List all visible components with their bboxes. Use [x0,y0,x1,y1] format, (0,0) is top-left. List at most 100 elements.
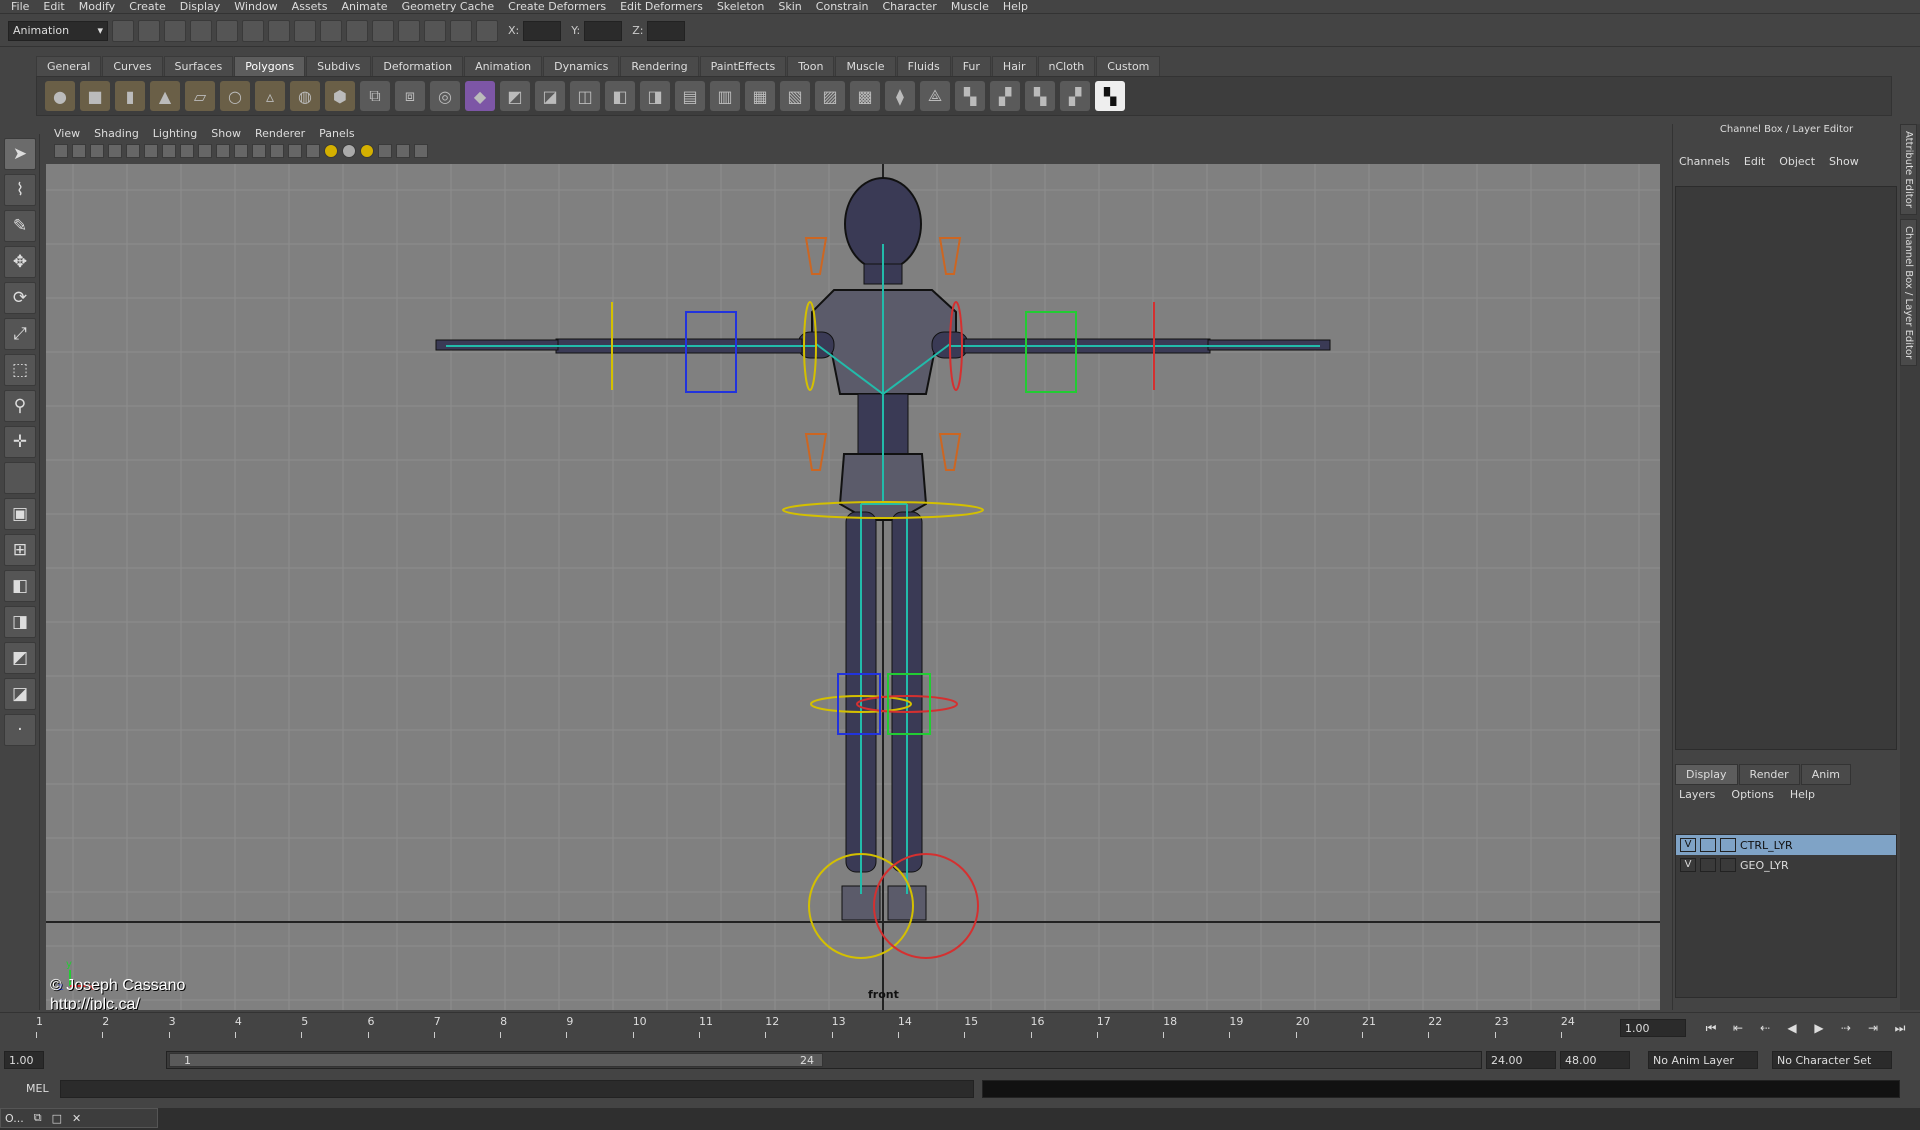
viewport-menu-panels[interactable]: Panels [319,127,354,140]
scale-tool-icon[interactable]: ⤢ [4,318,36,350]
save-scene-icon[interactable] [164,19,186,42]
film-gate-icon[interactable] [144,144,158,158]
menu-create-deformers[interactable]: Create Deformers [508,0,606,13]
x-input[interactable] [523,20,562,41]
maximize-icon[interactable]: □ [52,1112,62,1125]
snap-curve-icon[interactable] [294,19,316,42]
close-icon[interactable]: ✕ [72,1112,81,1125]
side-tab-channel-box-layer-editor[interactable]: Channel Box / Layer Editor [1900,218,1917,367]
extrude-icon[interactable]: ◩ [500,81,530,111]
range-bar[interactable]: 1 24 [166,1051,1482,1069]
menu-window[interactable]: Window [234,0,277,13]
select-object-icon[interactable] [216,19,238,42]
render-settings-icon[interactable] [450,19,472,42]
tab-rendering[interactable]: Rendering [620,56,699,76]
poly-prism-icon[interactable]: ▵ [255,81,285,111]
step-forward-key-icon[interactable]: ⇥ [1862,1019,1884,1037]
y-input[interactable] [584,20,623,41]
channel-menu-channels[interactable]: Channels [1679,155,1730,168]
offset-edge-loop-icon[interactable]: ▤ [675,81,705,111]
last-tool-icon[interactable] [4,462,36,494]
checker-map-4-icon[interactable]: ▞ [1060,81,1090,111]
channel-menu-show[interactable]: Show [1829,155,1859,168]
universal-manipulator-icon[interactable]: ⬚ [4,354,36,386]
poly-cylinder-icon[interactable]: ▮ [115,81,145,111]
select-tool-icon[interactable]: ➤ [4,138,36,170]
viewport-menu-renderer[interactable]: Renderer [255,127,305,140]
bookmarks-icon[interactable] [90,144,104,158]
wireframe-on-shaded-icon[interactable] [288,144,302,158]
channel-menu-edit[interactable]: Edit [1744,155,1765,168]
open-scene-icon[interactable] [138,19,160,42]
menu-modify[interactable]: Modify [79,0,115,13]
time-slider[interactable]: 1.00 ⏮ ⇤ ⇠ ◀ ▶ ⇢ ⇥ ⏭ 1 2 3 4 5 6 7 8 9 10 11 12 13 14… [0,1012,1920,1042]
bridge-icon[interactable]: ◪ [535,81,565,111]
append-polygon-icon[interactable]: ◫ [570,81,600,111]
all-lights-icon[interactable] [342,144,356,158]
persp-graph-hypergraph-layout-icon[interactable]: ◪ [4,678,36,710]
anim-layer-select[interactable]: No Anim Layer [1648,1051,1758,1069]
soft-modification-icon[interactable]: ⚲ [4,390,36,422]
checker-map-5-icon[interactable]: ▚ [1095,81,1125,111]
go-to-end-icon[interactable]: ⏭ [1889,1019,1911,1037]
poly-cone-icon[interactable]: ▲ [150,81,180,111]
menu-animate[interactable]: Animate [341,0,387,13]
poly-cube-icon[interactable]: ■ [80,81,110,111]
character-set-select[interactable]: No Character Set [1772,1051,1892,1069]
ipr-render-icon[interactable] [424,19,446,42]
resolution-gate-icon[interactable] [162,144,176,158]
range-thumb[interactable]: 1 24 [169,1053,823,1067]
boolean-icon[interactable]: ◆ [465,81,495,111]
image-plane-icon[interactable] [108,144,122,158]
sculpt-icon[interactable]: ⟁ [920,81,950,111]
field-chart-icon[interactable] [198,144,212,158]
tab-polygons[interactable]: Polygons [234,56,306,76]
go-to-start-icon[interactable]: ⏮ [1700,1019,1722,1037]
new-scene-icon[interactable] [112,19,134,42]
tab-surfaces[interactable]: Surfaces [163,56,234,76]
current-time-field[interactable]: 1.00 [1620,1019,1686,1037]
poly-torus-icon[interactable]: ○ [220,81,250,111]
tab-deformation[interactable]: Deformation [372,56,464,76]
layer-tab-anim[interactable]: Anim [1800,764,1851,785]
auto-map-icon[interactable]: ⧫ [885,81,915,111]
layer-visibility-toggle[interactable]: V [1680,858,1696,872]
textured-icon[interactable] [306,144,320,158]
layer-color-swatch[interactable] [1720,838,1736,852]
menu-file[interactable]: File [11,0,29,13]
poly-pipe-icon[interactable]: ◍ [290,81,320,111]
history-icon[interactable] [372,19,394,42]
layer-visibility-toggle[interactable]: V [1680,838,1696,852]
persp-outliner-layout-icon[interactable]: ◧ [4,570,36,602]
smooth-icon[interactable]: ◎ [430,81,460,111]
menu-assets[interactable]: Assets [292,0,328,13]
layer-type-toggle[interactable] [1700,838,1716,852]
insert-edge-loop-icon[interactable]: ◨ [640,81,670,111]
tab-muscle[interactable]: Muscle [835,56,896,76]
layer-menu-help[interactable]: Help [1790,788,1815,801]
tab-painteffects[interactable]: PaintEffects [699,56,787,76]
minimized-window[interactable]: O... ⧉ □ ✕ [0,1108,158,1128]
grid-toggle-icon[interactable] [126,144,140,158]
menu-character[interactable]: Character [883,0,937,13]
viewport-menu-view[interactable]: View [54,127,80,140]
checker-map-3-icon[interactable]: ▚ [1025,81,1055,111]
rotate-tool-icon[interactable]: ⟳ [4,282,36,314]
layer-row[interactable]: V GEO_LYR [1676,855,1896,875]
play-backwards-icon[interactable]: ◀ [1781,1019,1803,1037]
menu-create[interactable]: Create [129,0,166,13]
layer-color-swatch[interactable] [1720,858,1736,872]
tab-ncloth[interactable]: nCloth [1037,56,1096,76]
tab-fluids[interactable]: Fluids [896,56,951,76]
front-viewport[interactable]: y x z front © Joseph Cassano http://jplc… [46,164,1660,1010]
layer-row[interactable]: V CTRL_LYR [1676,835,1896,855]
four-view-layout-icon[interactable]: ⊞ [4,534,36,566]
spherical-map-icon[interactable]: ▩ [850,81,880,111]
checker-map-icon[interactable]: ▚ [955,81,985,111]
single-perspective-layout-icon[interactable]: ▣ [4,498,36,530]
viewport-menu-shading[interactable]: Shading [94,127,139,140]
menu-help[interactable]: Help [1003,0,1028,13]
isolate-select-icon[interactable] [378,144,392,158]
restore-icon[interactable]: ⧉ [34,1111,42,1125]
snap-point-icon[interactable] [320,19,342,42]
